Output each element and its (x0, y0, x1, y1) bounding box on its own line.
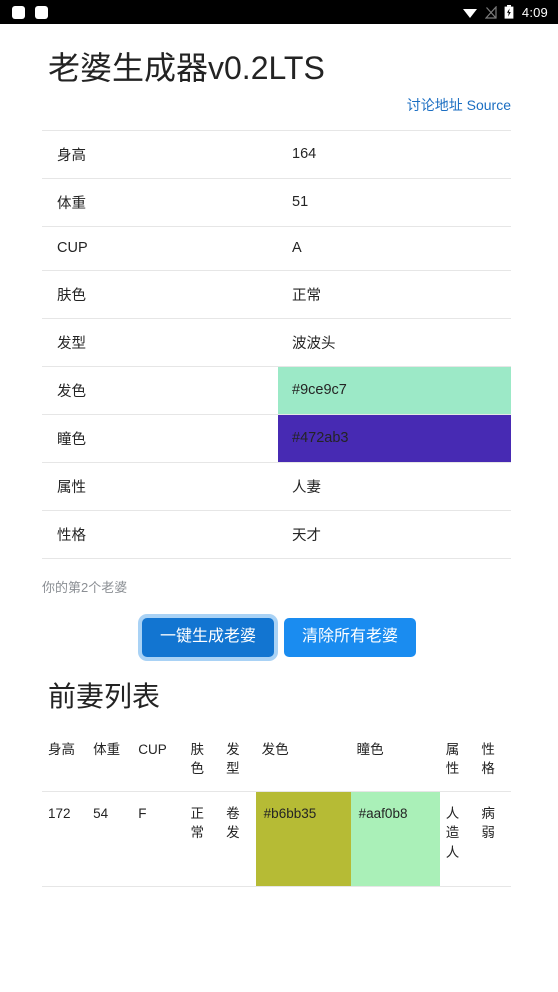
attr-key: CUP (57, 240, 88, 257)
action-buttons: 一键生成老婆 清除所有老婆 (0, 617, 558, 657)
cell-eyecolor-swatch: #aaf0b8 (350, 791, 440, 887)
attr-value: 波波头 (292, 335, 336, 352)
clock-label: 4:09 (521, 4, 548, 20)
page-title: 老婆生成器v0.2LTS (48, 50, 325, 86)
wife-count-note: 你的第2个老婆 (42, 579, 128, 595)
ex-wives-table-body: 172 54 F 正常 卷发 #b6bb35 #aaf0b8 人造人 病弱 (42, 791, 511, 887)
table-row: 身高 164 (42, 130, 511, 178)
col-header-eyecolor: 瞳色 (350, 727, 440, 792)
cell-haircolor-swatch: #b6bb35 (255, 791, 351, 887)
table-row: 发色 #9ce9c7 (42, 366, 511, 415)
table-row: 性格 天才 (42, 510, 511, 559)
cell-attribute: 人造人 (445, 805, 460, 860)
cell-cup: F (138, 805, 147, 821)
ex-wives-table-head: 身高 体重 CUP 肤色 发型 发色 瞳色 属性 性格 (42, 727, 511, 792)
table-row: CUP A (42, 226, 511, 270)
current-wife-table: 身高 164 体重 51 CUP A 肤色 正常 发型 波波头 发色 #9ce9… (42, 130, 511, 559)
attr-key: 瞳色 (57, 431, 86, 448)
attr-value: 164 (292, 146, 317, 163)
signal-off-icon (484, 5, 497, 19)
ex-wives-table: 身高 体重 CUP 肤色 发型 发色 瞳色 属性 性格 172 54 F 正常 … (42, 727, 511, 887)
col-header-weight: 体重 (87, 727, 133, 792)
eye-color-swatch: #472ab3 (278, 414, 511, 463)
table-row: 172 54 F 正常 卷发 #b6bb35 #aaf0b8 人造人 病弱 (42, 791, 511, 887)
attr-key: 肤色 (57, 287, 86, 304)
attr-value: 51 (292, 194, 309, 211)
current-wife-table-body: 身高 164 体重 51 CUP A 肤色 正常 发型 波波头 发色 #9ce9… (42, 130, 511, 559)
attr-value: 正常 (292, 287, 321, 304)
col-header-attribute: 属性 (439, 727, 476, 792)
table-row: 瞳色 #472ab3 (42, 414, 511, 463)
attr-value: 天才 (292, 527, 321, 544)
attr-value: A (292, 240, 302, 257)
attr-key: 属性 (57, 479, 86, 496)
square-icon (12, 5, 25, 19)
col-header-cup: CUP (132, 727, 185, 792)
attr-key: 性格 (57, 527, 86, 544)
discussion-link[interactable]: 讨论地址 (407, 97, 463, 113)
attr-key: 体重 (57, 195, 86, 212)
table-row: 发型 波波头 (42, 318, 511, 366)
cell-weight: 54 (93, 805, 109, 821)
col-header-hairstyle: 发型 (220, 727, 256, 792)
wifi-icon (462, 8, 477, 18)
table-row: 体重 51 (42, 178, 511, 226)
status-bar-right: 4:09 (462, 5, 548, 20)
ex-wives-title: 前妻列表 (48, 680, 161, 712)
col-header-haircolor: 发色 (255, 727, 351, 792)
table-row: 肤色 正常 (42, 270, 511, 318)
cell-personality: 病弱 (481, 805, 495, 841)
attr-value: 人妻 (292, 479, 321, 496)
col-header-height: 身高 (42, 727, 88, 792)
source-link[interactable]: Source (467, 97, 511, 113)
cell-skin: 正常 (190, 805, 204, 841)
battery-charging-icon (504, 5, 514, 19)
status-bar: 4:09 (0, 0, 558, 24)
generate-wife-button[interactable]: 一键生成老婆 (141, 617, 274, 657)
col-header-personality: 性格 (475, 727, 511, 792)
hair-color-swatch: #9ce9c7 (278, 366, 511, 415)
header-links: 讨论地址 Source (0, 88, 558, 116)
table-header-row: 身高 体重 CUP 肤色 发型 发色 瞳色 属性 性格 (42, 727, 511, 792)
table-row: 属性 人妻 (42, 462, 511, 510)
attr-key: 身高 (57, 147, 86, 164)
col-header-skin: 肤色 (184, 727, 221, 792)
clear-all-wives-button[interactable]: 清除所有老婆 (284, 617, 417, 657)
status-bar-left (12, 5, 48, 19)
cell-height: 172 (48, 805, 71, 821)
attr-key: 发色 (57, 383, 86, 400)
cell-hairstyle: 卷发 (226, 805, 240, 841)
square-icon (35, 5, 48, 19)
page-content: 老婆生成器v0.2LTS 讨论地址 Source 身高 164 体重 51 CU… (0, 24, 558, 887)
attr-key: 发型 (57, 335, 86, 352)
